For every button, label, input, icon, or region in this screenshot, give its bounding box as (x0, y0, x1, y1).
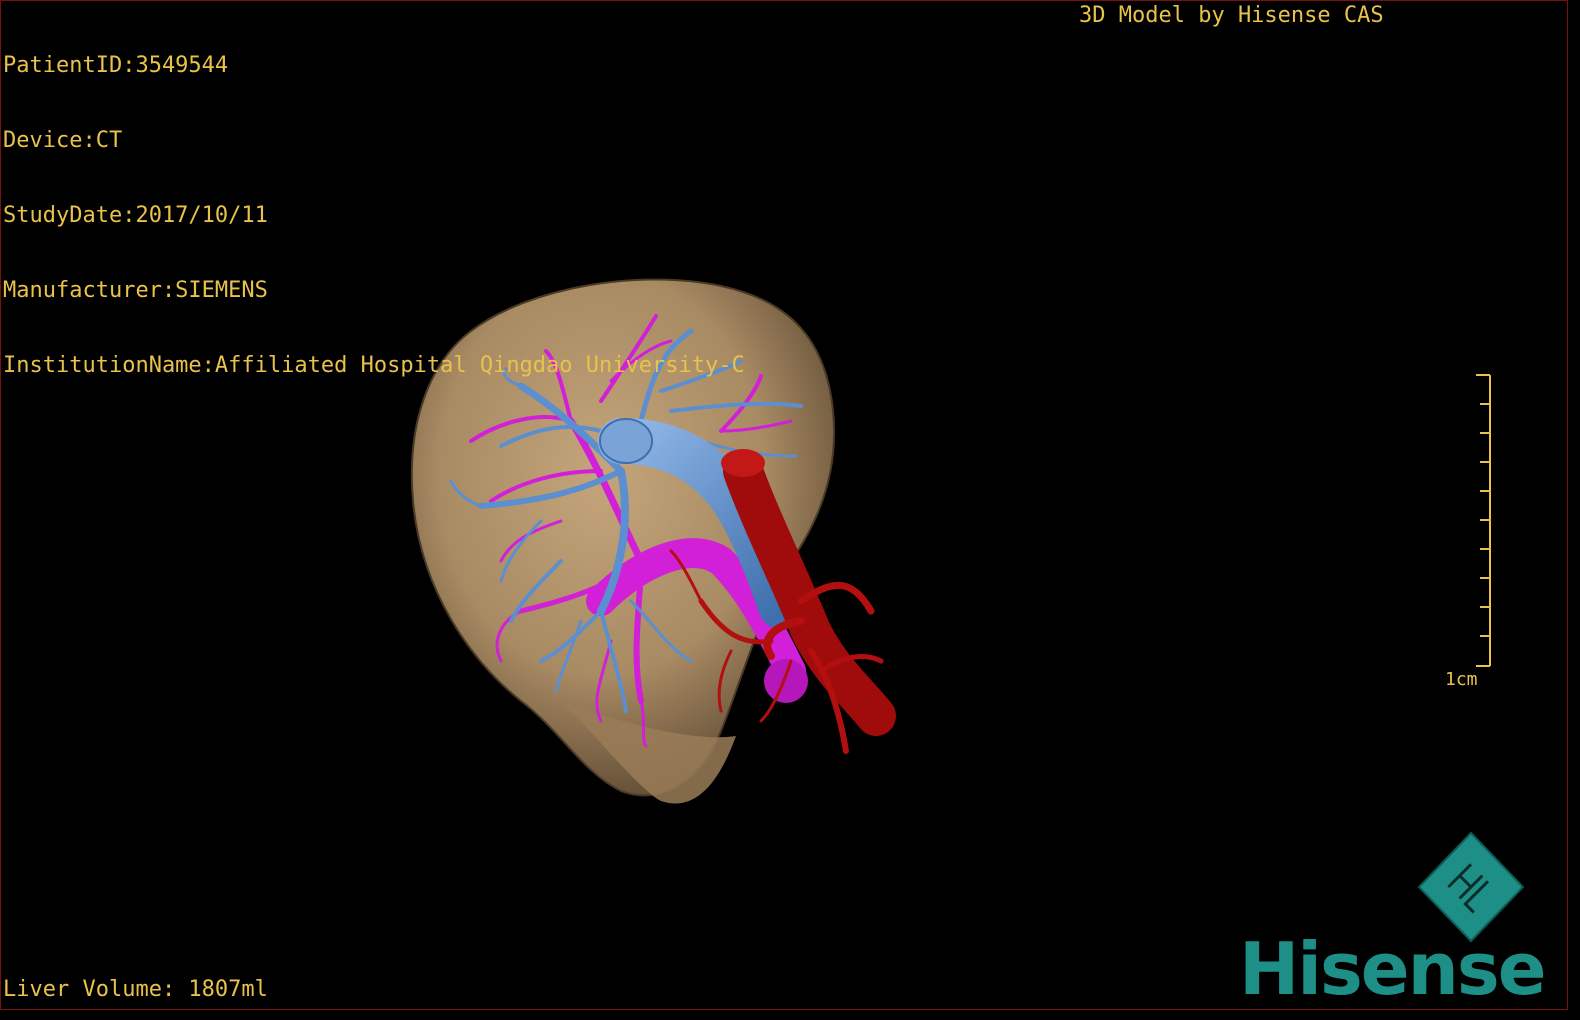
manufacturer-text: Manufacturer:SIEMENS (3, 278, 268, 303)
3d-viewport-frame[interactable]: PatientID:3549544 Device:CT StudyDate:20… (0, 0, 1568, 1010)
scale-bar-label: 1cm (1445, 669, 1478, 690)
institution-text: InstitutionName:Affiliated Hospital Qing… (3, 353, 745, 378)
patient-id-text: PatientID:3549544 (3, 53, 229, 78)
hisense-emblem-icon (1417, 831, 1525, 943)
study-date-text: StudyDate:2017/10/11 (3, 203, 268, 228)
model-credit-text: 3D Model by Hisense CAS (1079, 3, 1384, 28)
device-text: Device:CT (3, 128, 123, 153)
liver-volume-text: Liver Volume: 1807ml (3, 977, 268, 1002)
hisense-logo-text: Hisense (1239, 927, 1547, 1010)
scale-bar (1476, 374, 1491, 667)
study-info-overlay: PatientID:3549544 Device:CT StudyDate:20… (3, 3, 745, 428)
hepatic-vein-junction (764, 659, 808, 703)
aorta-top-cut (721, 449, 765, 477)
